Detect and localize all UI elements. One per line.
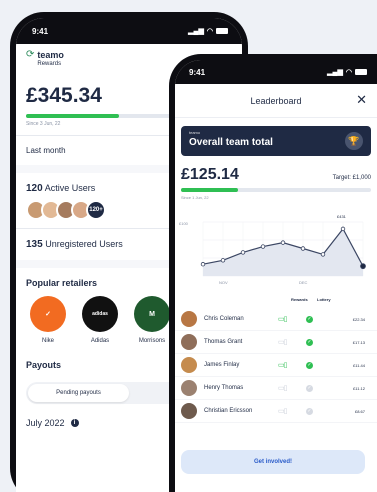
- period-label: Last month: [26, 146, 66, 155]
- teamo-logo-icon: ⟳: [26, 49, 35, 60]
- lottery-check-icon: ✓: [306, 361, 313, 369]
- retailer-label: Adidas: [90, 338, 110, 344]
- lottery-check-icon: ✓: [306, 315, 313, 323]
- column-rewards: Rewards: [291, 297, 308, 302]
- leaderboard-row[interactable]: Christian Ericsson ▭▯ ✓ £8.67: [175, 400, 377, 423]
- chart-svg: £100 £431 NOV DEC: [179, 214, 366, 285]
- leader-amount: £17.13: [352, 339, 365, 345]
- devices-icon: ▭▯: [278, 316, 287, 323]
- leader-amount: £11.12: [353, 385, 365, 391]
- lottery-check-icon: ✓: [306, 384, 313, 392]
- banner-brand: teamo: [189, 130, 201, 135]
- y-axis-label: £100: [179, 221, 189, 226]
- chart-point: [240, 250, 246, 255]
- active-users-count: 120: [26, 183, 43, 194]
- leaderboard-header: Leaderboard ✕: [175, 84, 377, 118]
- signal-icon: ▂▄▆: [188, 28, 204, 35]
- leader-amount: £8.67: [354, 408, 365, 414]
- brand-name: teamo: [37, 50, 64, 60]
- leader-name: Chris Coleman: [204, 316, 244, 322]
- unregistered-label: Unregistered Users: [45, 239, 123, 249]
- retailer-morrisons[interactable]: M Morrisons: [130, 296, 174, 344]
- chart-point: [300, 246, 306, 251]
- status-icons: ▂▄▆ ◠: [188, 27, 228, 35]
- status-time: 9:41: [189, 67, 206, 77]
- devices-icon: ▭▯: [278, 339, 287, 346]
- retailer-label: Nike: [41, 338, 54, 344]
- nike-logo-icon: ✓: [30, 296, 66, 332]
- chart-point: [260, 244, 266, 249]
- x-tick-label: NOV: [219, 280, 228, 285]
- retailer-adidas[interactable]: adidas Adidas: [78, 296, 122, 344]
- leader-name: Thomas Grant: [204, 339, 243, 345]
- signal-icon: ▂▄▆: [327, 69, 343, 76]
- devices-icon: ▭▯: [278, 408, 287, 415]
- month-label: July 2022: [26, 418, 65, 428]
- leaderboard-column-headers: Rewards Lottery: [175, 297, 377, 307]
- chart-point: [280, 240, 286, 245]
- team-since: Since 1 Jun, 22: [181, 195, 209, 200]
- chart-point: [200, 262, 206, 267]
- wifi-icon: ◠: [206, 28, 213, 35]
- peak-label: £431: [337, 214, 347, 219]
- wifi-icon: ◠: [345, 69, 352, 76]
- active-users-label: Active Users: [44, 183, 96, 193]
- avatar: [181, 380, 197, 396]
- chart-point: [320, 252, 326, 257]
- front-phone: 9:41 ▂▄▆ ◠ Leaderboard ✕ teamo Overall t…: [169, 54, 377, 492]
- team-progress-bar: [181, 188, 371, 192]
- team-line-chart: £100 £431 NOV DEC: [175, 210, 377, 292]
- status-icons: ▂▄▆ ◠: [327, 68, 367, 76]
- x-tick-label: DEC: [299, 280, 308, 285]
- avatar-more-count: 120+: [86, 200, 106, 220]
- leaderboard-row[interactable]: Henry Thomas ▭▯ ✓ £11.12: [175, 377, 377, 400]
- chart-point: [220, 258, 226, 263]
- avatar: [181, 311, 197, 327]
- leader-name: James Finlay: [204, 362, 240, 368]
- morrisons-logo-icon: M: [134, 296, 170, 332]
- chart-point: [340, 226, 346, 232]
- status-bar: 9:41 ▂▄▆ ◠: [175, 60, 377, 84]
- status-time: 9:41: [32, 26, 49, 36]
- leader-amount: £11.44: [353, 362, 365, 368]
- brand-sub: Rewards: [37, 61, 62, 67]
- avatar: [181, 334, 197, 350]
- leaderboard-list: Chris Coleman ▭▯ ✓ £22.34 Thomas Grant ▭▯ ✓ £17…: [175, 308, 377, 423]
- team-amount-row: £125.14 Target: £1,000: [175, 156, 377, 184]
- unregistered-count: 135: [26, 239, 43, 250]
- battery-icon: [216, 28, 228, 34]
- leader-name: Christian Ericsson: [204, 408, 253, 414]
- info-icon[interactable]: i: [70, 419, 79, 427]
- team-target: Target: £1,000: [332, 175, 371, 181]
- lottery-check-icon: ✓: [306, 338, 313, 346]
- leader-name: Henry Thomas: [204, 385, 244, 391]
- avatar: [181, 403, 197, 419]
- retailer-label: Morrisons: [138, 338, 166, 344]
- devices-icon: ▭▯: [278, 362, 287, 369]
- banner-title: Overall team total: [189, 137, 273, 148]
- tab-pending-payouts[interactable]: Pending payouts: [28, 384, 129, 402]
- lottery-check-icon: ✓: [306, 407, 313, 415]
- adidas-logo-icon: adidas: [82, 296, 118, 332]
- trophy-icon: 🏆: [345, 132, 363, 150]
- get-involved-button[interactable]: Get involved!: [181, 450, 365, 474]
- team-amount: £125.14: [181, 166, 239, 183]
- leaderboard-screen: 9:41 ▂▄▆ ◠ Leaderboard ✕ teamo Overall t…: [175, 60, 377, 492]
- status-bar: 9:41 ▂▄▆ ◠: [16, 18, 242, 44]
- leaderboard-row[interactable]: James Finlay ▭▯ ✓ £11.44: [175, 354, 377, 377]
- leader-amount: £22.34: [352, 316, 365, 322]
- devices-icon: ▭▯: [278, 385, 287, 392]
- avatar: [181, 357, 197, 373]
- battery-icon: [355, 69, 367, 75]
- team-total-banner: teamo Overall team total 🏆: [181, 126, 371, 156]
- leaderboard-row[interactable]: Thomas Grant ▭▯ ✓ £17.13: [175, 331, 377, 354]
- chart-point: [360, 263, 366, 270]
- page-title: Leaderboard: [250, 95, 302, 106]
- leaderboard-row[interactable]: Chris Coleman ▭▯ ✓ £22.34: [175, 308, 377, 331]
- close-icon[interactable]: ✕: [356, 93, 367, 106]
- retailer-nike[interactable]: ✓ Nike: [26, 296, 70, 344]
- column-lottery: Lottery: [317, 297, 331, 302]
